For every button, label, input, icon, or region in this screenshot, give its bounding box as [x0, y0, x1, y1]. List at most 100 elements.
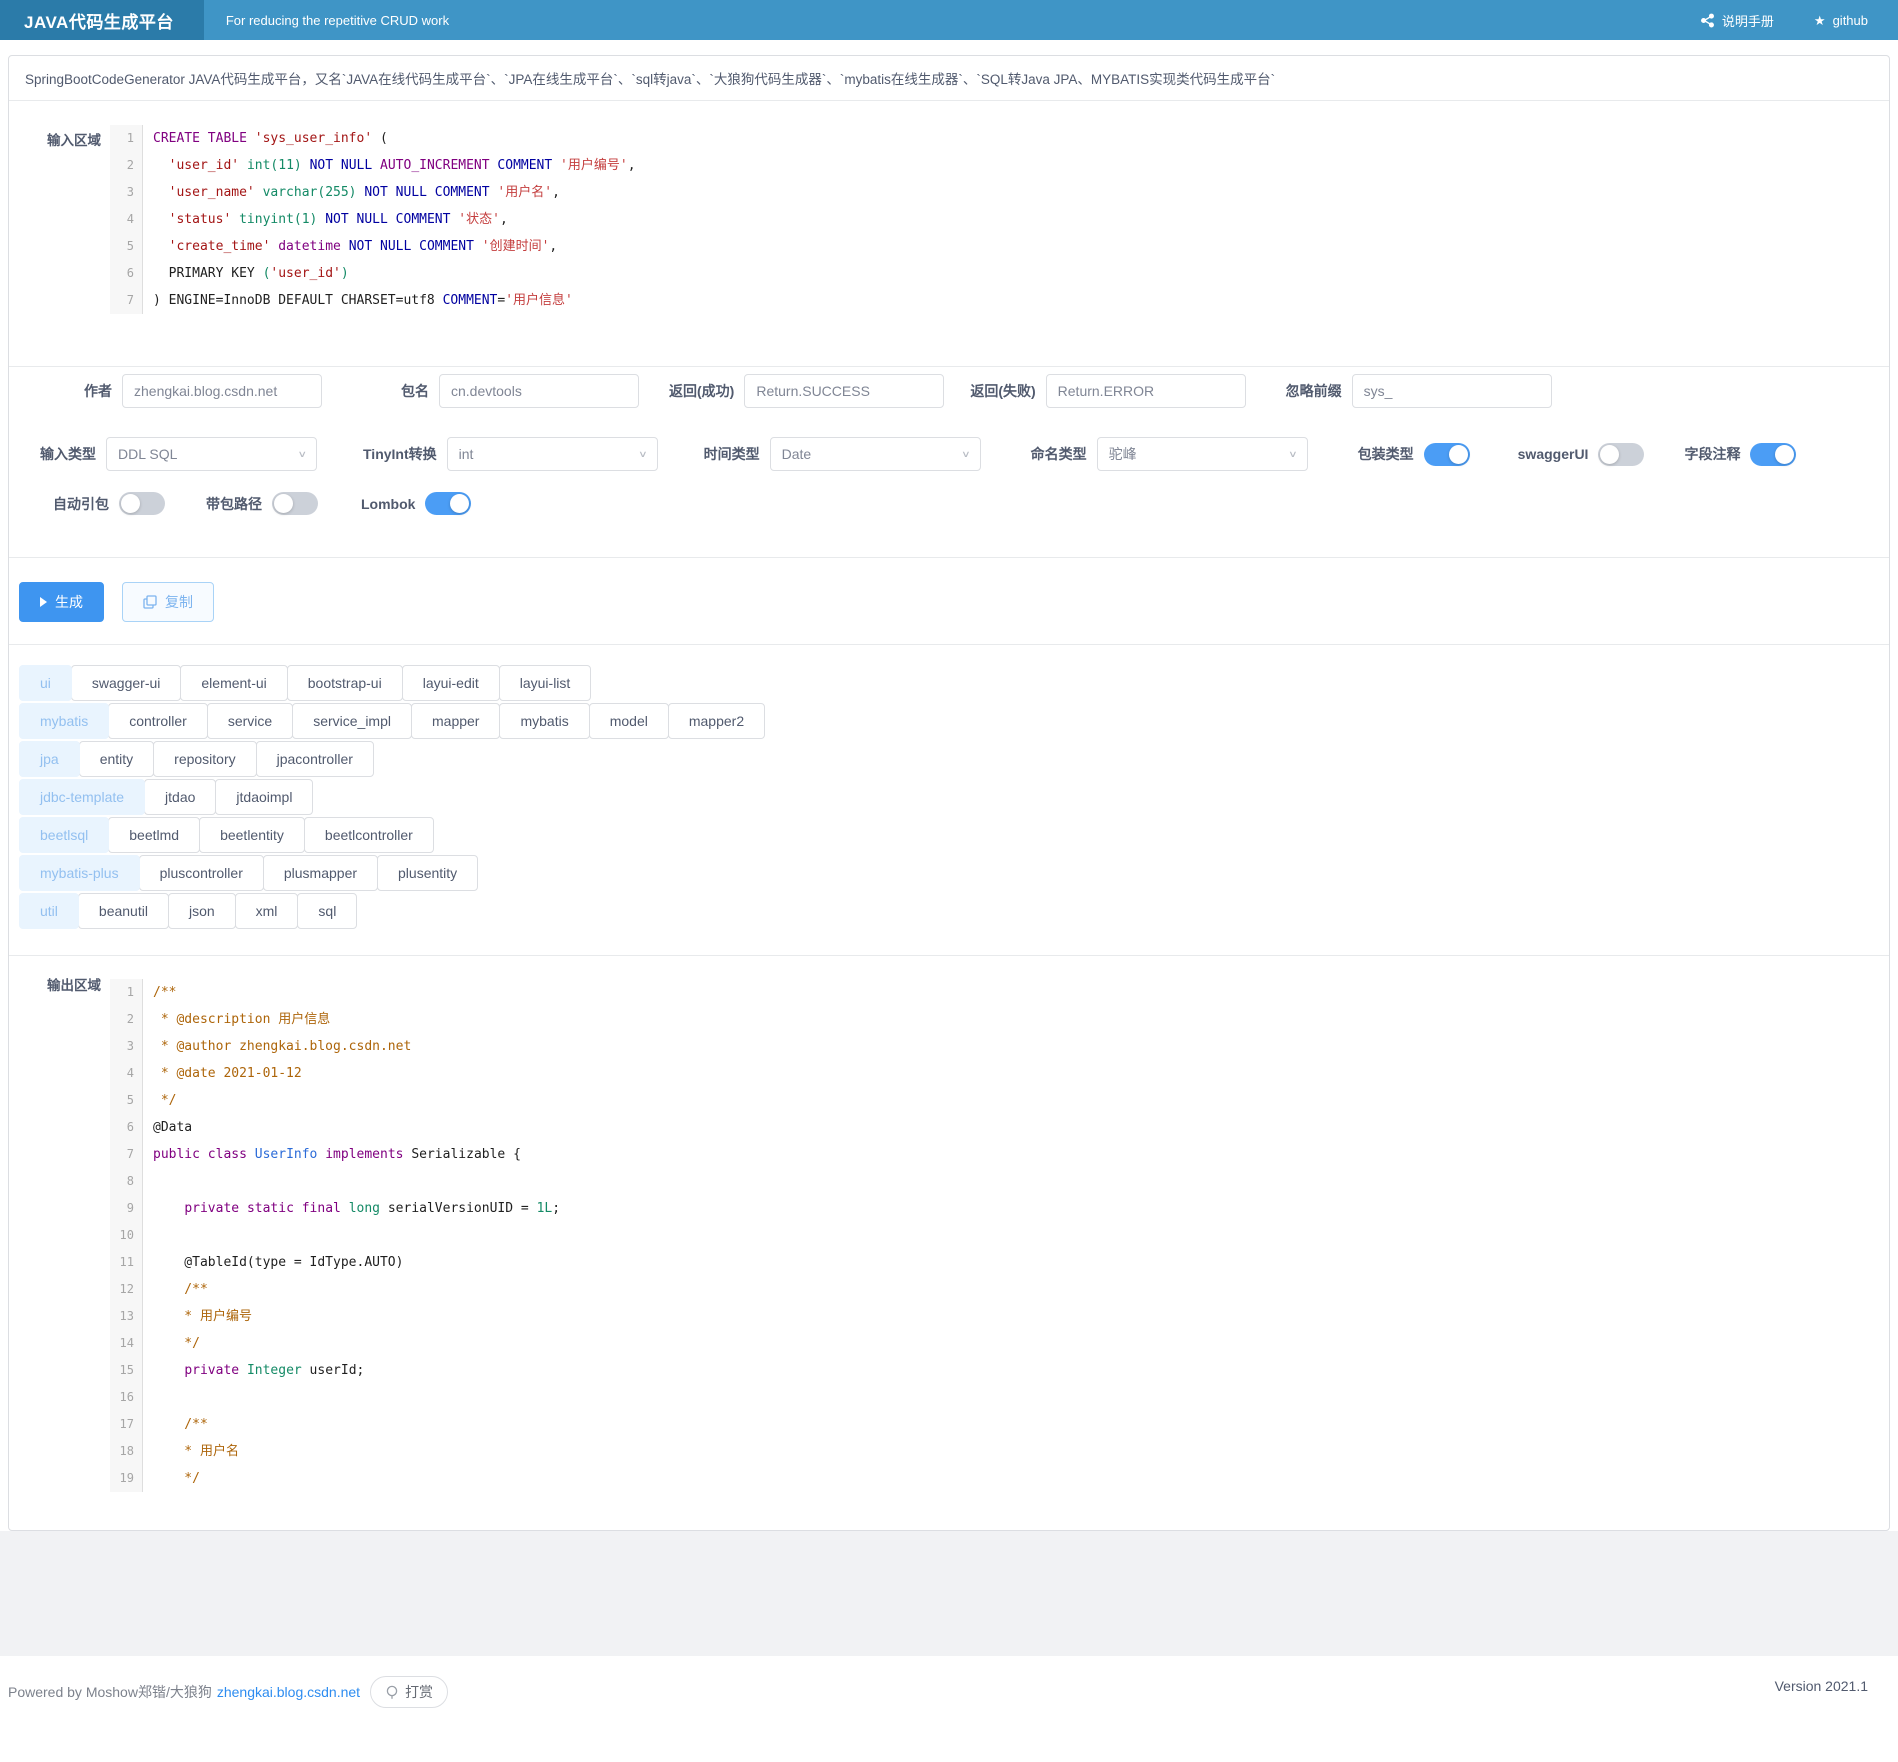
- template-tabs: uiswagger-uielement-uibootstrap-uilayui-…: [9, 645, 1889, 955]
- code-text: @TableId(type = IdType.AUTO): [143, 1249, 403, 1276]
- tab-mybatis-plus[interactable]: mybatis-plus: [19, 855, 140, 891]
- tab-jtdao[interactable]: jtdao: [144, 779, 216, 815]
- copy-button[interactable]: 复制: [122, 582, 214, 622]
- input-section-label: 输入区域: [9, 125, 101, 366]
- share-icon: [1700, 13, 1715, 28]
- line-number: 2: [110, 152, 143, 179]
- package-field[interactable]: [439, 374, 639, 408]
- tab-beetlentity[interactable]: beetlentity: [199, 817, 305, 853]
- tab-element-ui[interactable]: element-ui: [180, 665, 287, 701]
- tab-service_impl[interactable]: service_impl: [292, 703, 412, 739]
- line-number: 9: [110, 1195, 143, 1222]
- manual-link[interactable]: 说明手册: [1700, 11, 1774, 30]
- tab-mybatis[interactable]: mybatis: [499, 703, 589, 739]
- line-number: 13: [110, 1303, 143, 1330]
- naming-type-select[interactable]: 驼峰 ∨: [1097, 437, 1308, 471]
- code-line: 2 * @description 用户信息: [110, 1006, 560, 1033]
- package-path-switch[interactable]: [272, 492, 318, 515]
- tinyint-value: int: [459, 446, 474, 462]
- field-comment-label: 字段注释: [1684, 444, 1740, 464]
- tab-sql[interactable]: sql: [297, 893, 357, 929]
- line-number: 1: [110, 979, 143, 1006]
- author-field[interactable]: [122, 374, 322, 408]
- app-header: JAVA代码生成平台 For reducing the repetitive C…: [0, 0, 1898, 40]
- code-text: ) ENGINE=InnoDB DEFAULT CHARSET=utf8 COM…: [143, 287, 573, 314]
- tab-service[interactable]: service: [207, 703, 293, 739]
- tab-layui-edit[interactable]: layui-edit: [402, 665, 500, 701]
- time-type-value: Date: [782, 446, 812, 462]
- tab-entity[interactable]: entity: [79, 741, 154, 777]
- auto-import-switch[interactable]: [119, 492, 165, 515]
- code-text: @Data: [143, 1114, 192, 1141]
- play-icon: [40, 597, 47, 607]
- tab-jpa[interactable]: jpa: [19, 741, 80, 777]
- tab-mapper[interactable]: mapper: [411, 703, 500, 739]
- input-type-group: 输入类型 DDL SQL ∨: [40, 437, 317, 471]
- java-output-viewer[interactable]: 1/**2 * @description 用户信息3 * @author zhe…: [110, 970, 560, 1512]
- tab-repository[interactable]: repository: [153, 741, 256, 777]
- line-number: 8: [110, 1168, 143, 1195]
- line-number: 7: [110, 287, 143, 314]
- return-success-field[interactable]: [744, 374, 944, 408]
- tab-mybatis[interactable]: mybatis: [19, 703, 109, 739]
- tab-controller[interactable]: controller: [108, 703, 208, 739]
- tab-plusentity[interactable]: plusentity: [377, 855, 478, 891]
- lombok-switch[interactable]: [425, 492, 471, 515]
- tab-pluscontroller[interactable]: pluscontroller: [139, 855, 264, 891]
- swaggerui-switch[interactable]: [1598, 443, 1644, 466]
- line-number: 11: [110, 1249, 143, 1276]
- input-type-select[interactable]: DDL SQL ∨: [106, 437, 317, 471]
- input-type-value: DDL SQL: [118, 446, 177, 462]
- donate-button[interactable]: 打赏: [370, 1676, 448, 1708]
- code-text: PRIMARY KEY ('user_id'): [143, 260, 349, 287]
- prefix-field[interactable]: [1352, 374, 1552, 408]
- swaggerui-group: swaggerUI: [1518, 443, 1645, 466]
- field-comment-switch[interactable]: [1750, 443, 1796, 466]
- code-text: /**: [143, 979, 176, 1006]
- chevron-down-icon: ∨: [638, 448, 648, 459]
- line-number: 19: [110, 1465, 143, 1492]
- line-number: 10: [110, 1222, 143, 1249]
- lombok-label: Lombok: [361, 496, 415, 512]
- code-text: * 用户编号: [143, 1303, 252, 1330]
- code-text: */: [143, 1330, 200, 1357]
- tab-model[interactable]: model: [589, 703, 669, 739]
- tab-group-util: utilbeanutiljsonxmlsql: [19, 893, 1889, 929]
- tab-beetlsql[interactable]: beetlsql: [19, 817, 109, 853]
- tab-ui[interactable]: ui: [19, 665, 72, 701]
- auto-import-group: 自动引包: [53, 492, 165, 515]
- line-number: 15: [110, 1357, 143, 1384]
- package-label: 包名: [401, 381, 429, 401]
- return-error-field[interactable]: [1046, 374, 1246, 408]
- wrapper-type-switch[interactable]: [1424, 443, 1470, 466]
- line-number: 14: [110, 1330, 143, 1357]
- tab-util[interactable]: util: [19, 893, 79, 929]
- tab-beetlmd[interactable]: beetlmd: [108, 817, 200, 853]
- code-text: 'user_name' varchar(255) NOT NULL COMMEN…: [143, 179, 560, 206]
- tab-layui-list[interactable]: layui-list: [499, 665, 592, 701]
- code-text: [143, 1168, 153, 1195]
- tinyint-select[interactable]: int ∨: [447, 437, 658, 471]
- code-line: 9 private static final long serialVersio…: [110, 1195, 560, 1222]
- tab-swagger-ui[interactable]: swagger-ui: [71, 665, 181, 701]
- github-link[interactable]: ★ github: [1814, 11, 1868, 30]
- code-line: 2 'user_id' int(11) NOT NULL AUTO_INCREM…: [110, 152, 636, 179]
- tab-bootstrap-ui[interactable]: bootstrap-ui: [287, 665, 403, 701]
- sql-input-editor[interactable]: 1CREATE TABLE 'sys_user_info' (2 'user_i…: [110, 125, 636, 366]
- generate-button[interactable]: 生成: [19, 582, 104, 622]
- tab-jdbc-template[interactable]: jdbc-template: [19, 779, 145, 815]
- time-type-select[interactable]: Date ∨: [770, 437, 981, 471]
- code-text: * @author zhengkai.blog.csdn.net: [143, 1033, 411, 1060]
- tab-beanutil[interactable]: beanutil: [78, 893, 169, 929]
- tab-plusmapper[interactable]: plusmapper: [263, 855, 378, 891]
- swaggerui-label: swaggerUI: [1518, 446, 1589, 462]
- tab-xml[interactable]: xml: [235, 893, 299, 929]
- tab-mapper2[interactable]: mapper2: [668, 703, 765, 739]
- tab-jpacontroller[interactable]: jpacontroller: [256, 741, 374, 777]
- tab-jtdaoimpl[interactable]: jtdaoimpl: [215, 779, 313, 815]
- blog-link[interactable]: zhengkai.blog.csdn.net: [217, 1684, 360, 1700]
- tab-json[interactable]: json: [168, 893, 236, 929]
- form-row-switches: 自动引包 带包路径 Lombok: [9, 492, 1889, 515]
- tab-beetlcontroller[interactable]: beetlcontroller: [304, 817, 434, 853]
- code-text: */: [143, 1465, 200, 1492]
